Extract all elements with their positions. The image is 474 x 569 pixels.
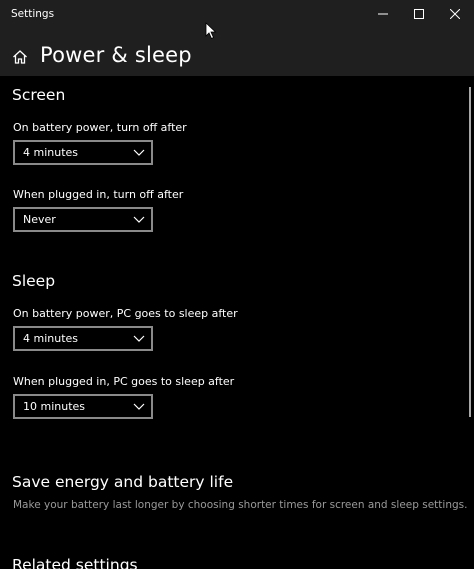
screen-plugged-value: Never <box>23 213 56 226</box>
screen-battery-label: On battery power, turn off after <box>13 121 187 134</box>
title-bar[interactable]: Settings <box>0 0 474 30</box>
page-header: Power & sleep <box>0 30 474 76</box>
scrollbar[interactable] <box>469 87 471 417</box>
app-title: Settings <box>11 8 55 20</box>
close-icon <box>450 9 460 19</box>
sleep-battery-label: On battery power, PC goes to sleep after <box>13 307 238 320</box>
related-settings-title: Related settings <box>12 556 138 569</box>
minimize-icon <box>378 13 388 15</box>
mouse-cursor-icon <box>205 22 217 40</box>
screen-battery-dropdown[interactable]: 4 minutes <box>13 140 153 165</box>
home-icon[interactable] <box>12 49 28 65</box>
sleep-section-title: Sleep <box>12 272 56 290</box>
sleep-battery-dropdown[interactable]: 4 minutes <box>13 326 153 351</box>
maximize-icon <box>414 9 424 19</box>
settings-window: Settings Power & sleep Screen On battery… <box>0 0 474 569</box>
screen-plugged-label: When plugged in, turn off after <box>13 188 184 201</box>
sleep-plugged-label: When plugged in, PC goes to sleep after <box>13 375 235 388</box>
minimize-button[interactable] <box>365 0 401 28</box>
sleep-plugged-dropdown[interactable]: 10 minutes <box>13 394 153 419</box>
page-title: Power & sleep <box>40 43 192 67</box>
maximize-button[interactable] <box>401 0 437 28</box>
screen-battery-value: 4 minutes <box>23 146 79 159</box>
energy-description: Make your battery last longer by choosin… <box>13 499 468 511</box>
sleep-plugged-value: 10 minutes <box>23 400 86 413</box>
chevron-down-icon <box>133 216 145 223</box>
energy-section-title: Save energy and battery life <box>12 473 234 491</box>
chevron-down-icon <box>133 403 145 410</box>
chevron-down-icon <box>133 335 145 342</box>
chevron-down-icon <box>133 149 145 156</box>
sleep-battery-value: 4 minutes <box>23 332 79 345</box>
screen-plugged-dropdown[interactable]: Never <box>13 207 153 232</box>
screen-section-title: Screen <box>12 86 66 104</box>
settings-content: Screen On battery power, turn off after … <box>0 76 474 569</box>
close-button[interactable] <box>437 0 473 28</box>
